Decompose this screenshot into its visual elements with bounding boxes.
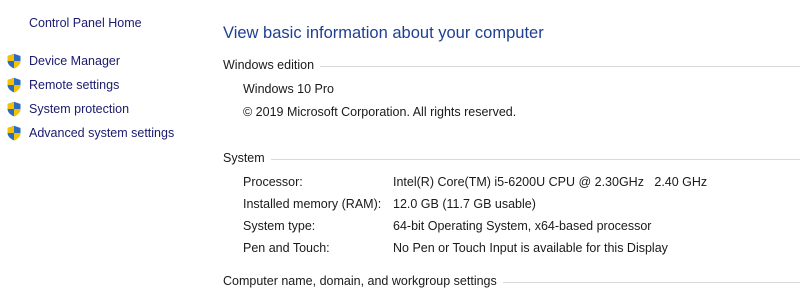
left-nav-pane: Control Panel Home Device Manager Remote… (0, 0, 200, 300)
nav-link-label: Advanced system settings (29, 126, 175, 140)
copyright-text: © 2019 Microsoft Corporation. All rights… (243, 105, 517, 119)
nav-link-label: System protection (29, 102, 130, 116)
control-panel-home-link[interactable]: Control Panel Home (29, 16, 142, 30)
section-divider (270, 158, 800, 160)
windows-edition-value: Windows 10 Pro (243, 82, 335, 96)
advanced-system-settings-link[interactable]: Advanced system settings (6, 124, 174, 142)
uac-shield-icon (7, 125, 21, 141)
installed-memory-label: Installed memory (RAM): (243, 197, 382, 211)
windows-edition-section-header: Windows edition (223, 57, 800, 73)
section-divider (502, 281, 800, 283)
installed-memory-row: Installed memory (RAM): 12.0 GB (11.7 GB… (243, 197, 800, 213)
system-type-value: 64-bit Operating System, x64-based proce… (393, 219, 652, 233)
device-manager-link[interactable]: Device Manager (6, 52, 120, 70)
pen-and-touch-row: Pen and Touch: No Pen or Touch Input is … (243, 241, 800, 257)
uac-shield-icon (7, 77, 21, 93)
main-content: View basic information about your comput… (223, 0, 800, 300)
pen-and-touch-label: Pen and Touch: (243, 241, 330, 255)
installed-memory-value: 12.0 GB (11.7 GB usable) (393, 197, 536, 211)
processor-label: Processor: (243, 175, 303, 189)
section-header-label: Computer name, domain, and workgroup set… (223, 274, 497, 288)
system-type-row: System type: 64-bit Operating System, x6… (243, 219, 800, 235)
remote-settings-link[interactable]: Remote settings (6, 76, 119, 94)
processor-row: Processor: Intel(R) Core(TM) i5-6200U CP… (243, 175, 800, 191)
system-section-header: System (223, 150, 800, 166)
system-window: Control Panel Home Device Manager Remote… (0, 0, 800, 300)
section-header-label: System (223, 151, 265, 165)
pen-and-touch-value: No Pen or Touch Input is available for t… (393, 241, 668, 255)
computer-name-section-header: Computer name, domain, and workgroup set… (223, 273, 800, 289)
uac-shield-icon (7, 101, 21, 117)
system-protection-link[interactable]: System protection (6, 100, 129, 118)
processor-value: Intel(R) Core(TM) i5-6200U CPU @ 2.30GHz… (393, 175, 708, 189)
nav-link-label: Remote settings (29, 78, 120, 92)
page-title: View basic information about your comput… (223, 24, 544, 42)
uac-shield-icon (7, 53, 21, 69)
nav-link-label: Device Manager (29, 54, 121, 68)
system-type-label: System type: (243, 219, 316, 233)
section-divider (320, 65, 800, 67)
section-header-label: Windows edition (223, 58, 315, 72)
